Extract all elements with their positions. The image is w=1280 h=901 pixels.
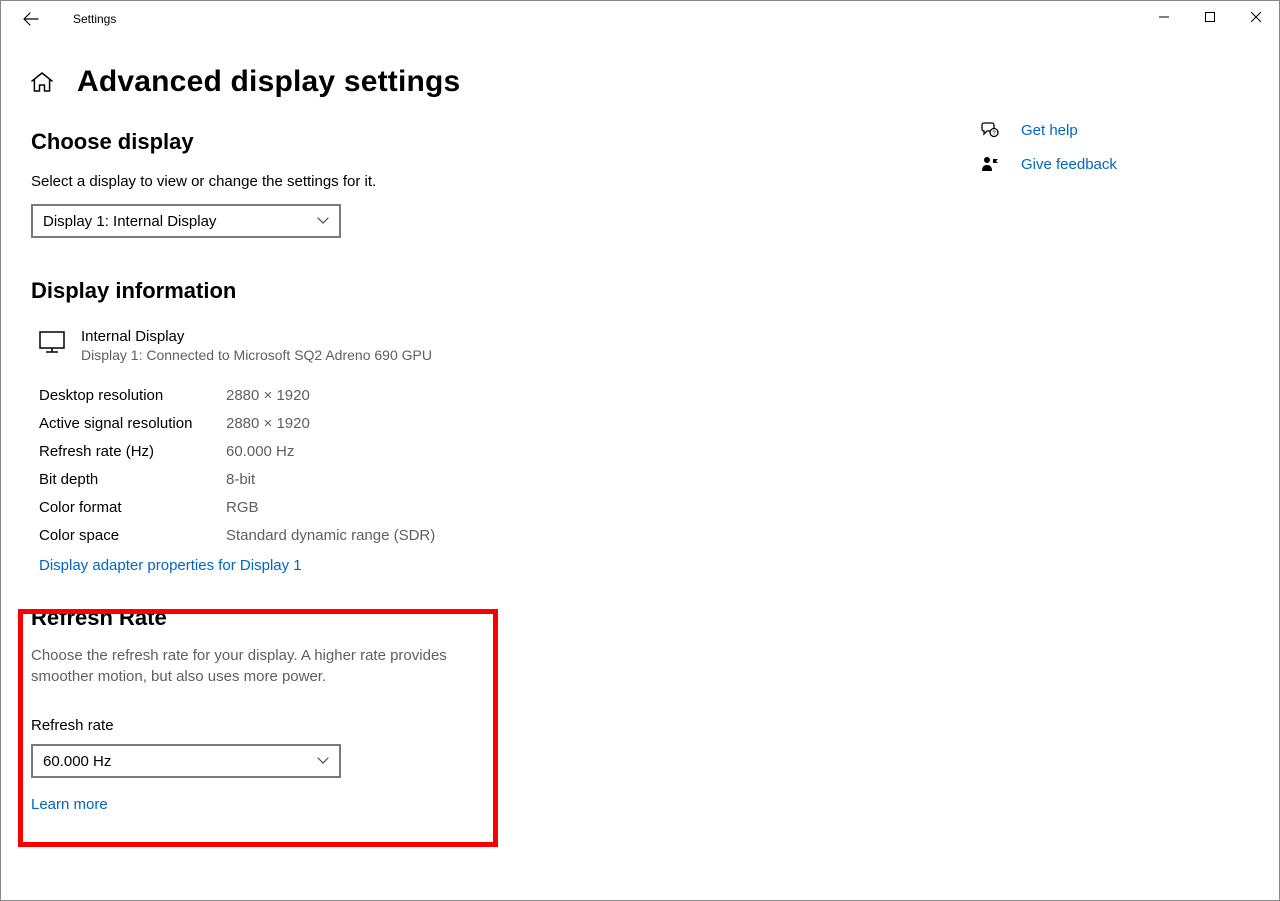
display-hero-titles: Internal Display Display 1: Connected to… [81, 328, 432, 363]
table-row: Color format RGB [39, 493, 711, 521]
info-label: Desktop resolution [39, 387, 226, 404]
choose-display-heading: Choose display [31, 129, 711, 155]
table-row: Color space Standard dynamic range (SDR) [39, 521, 711, 549]
titlebar: Settings [1, 1, 1279, 37]
close-icon [1251, 12, 1261, 22]
info-label: Active signal resolution [39, 415, 226, 432]
display-selector-value: Display 1: Internal Display [43, 213, 216, 230]
table-row: Bit depth 8-bit [39, 465, 711, 493]
display-adapter-link[interactable]: Display adapter properties for Display 1 [39, 557, 302, 574]
info-value: Standard dynamic range (SDR) [226, 527, 435, 544]
info-label: Color space [39, 527, 226, 544]
caption-buttons [1141, 1, 1279, 33]
back-button[interactable] [13, 1, 49, 37]
refresh-rate-value: 60.000 Hz [43, 753, 111, 770]
chevron-down-icon [317, 757, 329, 765]
refresh-rate-heading: Refresh Rate [31, 605, 711, 631]
display-info-table: Desktop resolution 2880 × 1920 Active si… [39, 381, 711, 549]
get-help-link[interactable]: ? Get help [981, 121, 1249, 139]
side-column: ? Get help Give feedback [711, 65, 1249, 814]
maximize-button[interactable] [1187, 1, 1233, 33]
content-area: Advanced display settings Choose display… [1, 37, 1279, 814]
info-value: RGB [226, 499, 259, 516]
give-feedback-label: Give feedback [1021, 156, 1117, 173]
page-header: Advanced display settings [31, 65, 711, 99]
info-value: 2880 × 1920 [226, 415, 310, 432]
back-arrow-icon [23, 11, 39, 27]
refresh-rate-dropdown[interactable]: 60.000 Hz [31, 744, 341, 778]
info-value: 2880 × 1920 [226, 387, 310, 404]
close-button[interactable] [1233, 1, 1279, 33]
refresh-rate-field-label: Refresh rate [31, 717, 711, 734]
feedback-icon [981, 156, 999, 172]
get-help-label: Get help [1021, 122, 1078, 139]
display-info-heading: Display information [31, 278, 711, 304]
info-value: 60.000 Hz [226, 443, 294, 460]
info-value: 8-bit [226, 471, 255, 488]
app-title: Settings [73, 12, 116, 26]
table-row: Active signal resolution 2880 × 1920 [39, 409, 711, 437]
display-hero: Internal Display Display 1: Connected to… [39, 328, 711, 363]
home-icon[interactable] [31, 72, 53, 92]
monitor-icon [39, 331, 65, 353]
page-title: Advanced display settings [77, 65, 460, 99]
give-feedback-link[interactable]: Give feedback [981, 155, 1249, 173]
refresh-rate-section: Refresh Rate Choose the refresh rate for… [31, 605, 711, 814]
minimize-button[interactable] [1141, 1, 1187, 33]
chevron-down-icon [317, 217, 329, 225]
table-row: Desktop resolution 2880 × 1920 [39, 381, 711, 409]
info-label: Refresh rate (Hz) [39, 443, 226, 460]
display-hero-name: Internal Display [81, 328, 432, 345]
info-label: Bit depth [39, 471, 226, 488]
display-hero-subtitle: Display 1: Connected to Microsoft SQ2 Ad… [81, 347, 432, 363]
minimize-icon [1159, 12, 1169, 22]
chat-help-icon: ? [981, 122, 999, 138]
info-label: Color format [39, 499, 226, 516]
table-row: Refresh rate (Hz) 60.000 Hz [39, 437, 711, 465]
main-column: Advanced display settings Choose display… [31, 65, 711, 814]
refresh-rate-description: Choose the refresh rate for your display… [31, 645, 471, 687]
display-selector-dropdown[interactable]: Display 1: Internal Display [31, 204, 341, 238]
learn-more-link[interactable]: Learn more [31, 796, 108, 813]
choose-display-instruction: Select a display to view or change the s… [31, 173, 711, 190]
maximize-icon [1205, 12, 1215, 22]
